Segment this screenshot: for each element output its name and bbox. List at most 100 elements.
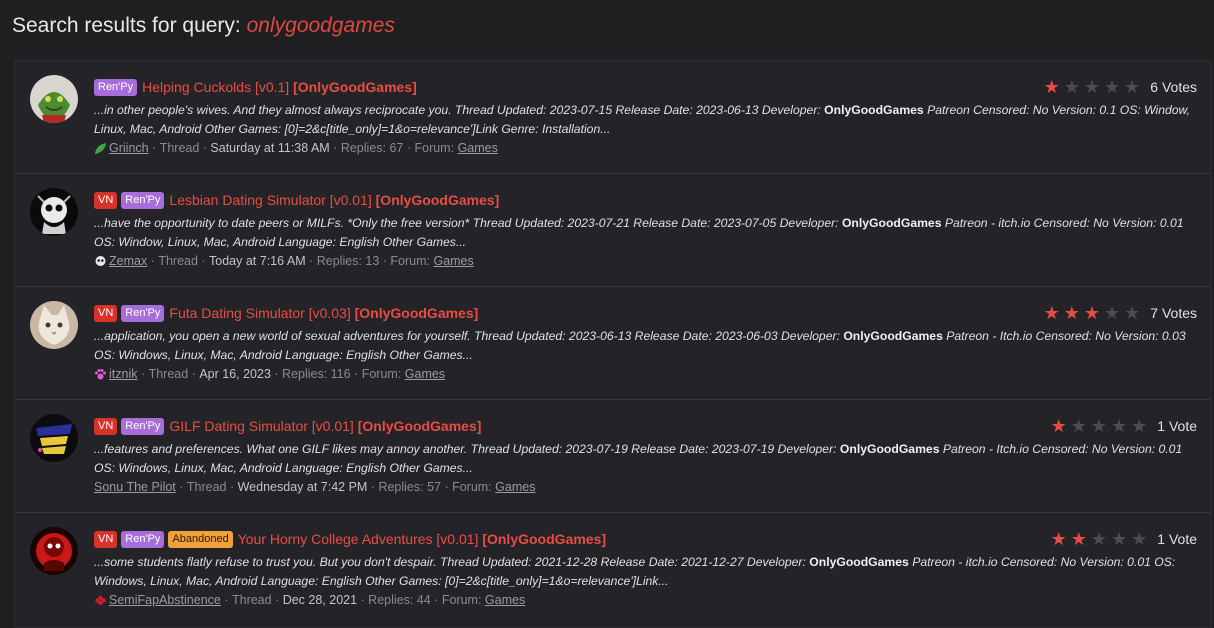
star-icon: ★: [1050, 529, 1067, 549]
forum-link[interactable]: Games: [405, 367, 445, 381]
forum-label: Forum:: [441, 593, 482, 607]
result-meta: itznik · Thread · Apr 16, 2023 · Replies…: [94, 367, 1197, 381]
vote-count: 1 Vote: [1157, 531, 1197, 547]
forum-label: Forum:: [361, 367, 402, 381]
result-item: VN Ren'Py Lesbian Dating Simulator [v0.0…: [15, 174, 1211, 287]
skull-icon: [95, 255, 106, 266]
flower-icon: [95, 595, 106, 605]
page-title-prefix: Search results for query:: [12, 14, 247, 37]
star-icon: ★: [1050, 416, 1067, 436]
vn-tag[interactable]: VN: [94, 191, 118, 209]
star-icon: ★: [1131, 416, 1148, 436]
thread-title-dev[interactable]: [OnlyGoodGames]: [293, 79, 417, 95]
forum-link[interactable]: Games: [485, 593, 525, 607]
result-item: VN Ren'Py GILF Dating Simulator [v0.01] …: [15, 400, 1211, 513]
avatar[interactable]: [30, 527, 78, 575]
rating: ★ ★ ★ ★ ★ 1 Vote: [1047, 528, 1197, 550]
search-results-list: Ren'Py Helping Cuckolds [v0.1] [OnlyGood…: [14, 60, 1212, 628]
vn-tag[interactable]: VN: [94, 530, 118, 548]
forum-label: Forum:: [390, 254, 430, 268]
content-type: Thread: [148, 367, 189, 381]
content-type: Thread: [158, 254, 198, 268]
result-snippet: ...have the opportunity to date peers or…: [94, 216, 1184, 249]
star-icon: ★: [1090, 529, 1108, 549]
thread-title-text[interactable]: GILF Dating Simulator [v0.01]: [169, 418, 357, 434]
thread-title-text[interactable]: Futa Dating Simulator [v0.03]: [169, 305, 354, 321]
avatar[interactable]: [30, 301, 78, 349]
result-meta: Zemax · Thread · Today at 7:16 AM · Repl…: [94, 254, 1197, 268]
post-date: Wednesday at 7:42 PM: [237, 480, 368, 494]
result-snippet: ...features and preferences. What one GI…: [94, 442, 1183, 475]
thread-title-link[interactable]: Futa Dating Simulator [v0.03] [OnlyGoodG…: [169, 305, 478, 321]
renpy-tag[interactable]: Ren'Py: [121, 417, 165, 435]
vn-tag[interactable]: VN: [94, 417, 118, 435]
abandoned-tag[interactable]: Abandoned: [168, 530, 233, 548]
vn-tag[interactable]: VN: [94, 304, 118, 322]
author-link[interactable]: Sonu The Pilot: [94, 480, 176, 494]
thread-title-link[interactable]: Lesbian Dating Simulator [v0.01] [OnlyGo…: [169, 192, 499, 208]
rating: ★ ★ ★ ★ ★ 1 Vote: [1047, 415, 1197, 437]
forum-label: Forum:: [414, 141, 455, 155]
thread-title-dev[interactable]: [OnlyGoodGames]: [355, 305, 479, 321]
star-icon: ★: [1043, 77, 1060, 97]
star-icon: ★: [1104, 77, 1121, 97]
reply-count: Replies: 67: [340, 141, 404, 155]
page-title: Search results for query: onlygoodgames: [12, 14, 395, 38]
result-meta: Sonu The Pilot · Thread · Wednesday at 7…: [94, 480, 536, 494]
star-icon: ★: [1063, 303, 1080, 323]
vote-count: 1 Vote: [1157, 418, 1197, 434]
thread-title-link[interactable]: Helping Cuckolds [v0.1] [OnlyGoodGames]: [142, 79, 417, 95]
avatar[interactable]: [30, 188, 78, 236]
author-link[interactable]: itznik: [109, 367, 137, 381]
leaf-icon: [95, 142, 106, 154]
forum-link[interactable]: Games: [458, 141, 498, 155]
renpy-tag[interactable]: Ren'Py: [121, 191, 165, 209]
result-item: Ren'Py Helping Cuckolds [v0.1] [OnlyGood…: [15, 61, 1211, 174]
result-snippet: ...application, you open a new world of …: [94, 329, 1186, 362]
thread-title-text[interactable]: Your Horny College Adventures [v0.01]: [238, 531, 483, 547]
content-type: Thread: [159, 141, 200, 155]
renpy-tag[interactable]: Ren'Py: [121, 530, 165, 548]
star-icon: ★: [1124, 303, 1141, 323]
star-icon: ★: [1104, 303, 1121, 323]
paw-icon: [95, 368, 106, 379]
author-link[interactable]: SemiFapAbstinence: [109, 593, 221, 607]
post-date: Apr 16, 2023: [199, 367, 271, 381]
result-meta: Griinch · Thread · Saturday at 11:38 AM …: [94, 141, 1197, 155]
reply-count: Replies: 116: [282, 367, 351, 381]
post-date: Today at 7:16 AM: [209, 254, 306, 268]
star-icon: ★: [1083, 303, 1101, 323]
thread-title-link[interactable]: Your Horny College Adventures [v0.01] [O…: [238, 531, 606, 547]
rating: ★ ★ ★ ★ ★ 6 Votes: [1040, 76, 1197, 98]
avatar[interactable]: [30, 414, 78, 462]
star-icon: ★: [1083, 77, 1101, 97]
thread-title-text[interactable]: Lesbian Dating Simulator [v0.01]: [169, 192, 375, 208]
star-icon: ★: [1111, 529, 1128, 549]
avatar[interactable]: [30, 75, 78, 123]
author-link[interactable]: Zemax: [109, 254, 147, 268]
renpy-tag[interactable]: Ren'Py: [94, 78, 138, 96]
author-link[interactable]: Griinch: [109, 141, 149, 155]
star-icon: ★: [1090, 416, 1108, 436]
thread-title-dev[interactable]: [OnlyGoodGames]: [376, 192, 500, 208]
renpy-tag[interactable]: Ren'Py: [121, 304, 165, 322]
thread-title-dev[interactable]: [OnlyGoodGames]: [482, 531, 606, 547]
star-icon: ★: [1124, 77, 1141, 97]
forum-link[interactable]: Games: [433, 254, 473, 268]
thread-title-text[interactable]: Helping Cuckolds [v0.1]: [142, 79, 293, 95]
forum-link[interactable]: Games: [495, 480, 535, 494]
result-snippet: ...in other people's wives. And they alm…: [94, 103, 1191, 136]
content-type: Thread: [231, 593, 272, 607]
post-date: Saturday at 11:38 AM: [210, 141, 330, 155]
result-item: VN Ren'Py Futa Dating Simulator [v0.03] …: [15, 287, 1211, 400]
result-snippet: ...some students flatly refuse to trust …: [94, 555, 1176, 588]
thread-title-dev[interactable]: [OnlyGoodGames]: [358, 418, 482, 434]
thread-title-link[interactable]: GILF Dating Simulator [v0.01] [OnlyGoodG…: [169, 418, 481, 434]
forum-label: Forum:: [452, 480, 492, 494]
search-query: onlygoodgames: [246, 14, 395, 37]
reply-count: Replies: 13: [316, 254, 380, 268]
reply-count: Replies: 44: [368, 593, 431, 607]
rating: ★ ★ ★ ★ ★ 7 Votes: [1040, 302, 1197, 324]
content-type: Thread: [186, 480, 227, 494]
star-icon: ★: [1131, 529, 1148, 549]
